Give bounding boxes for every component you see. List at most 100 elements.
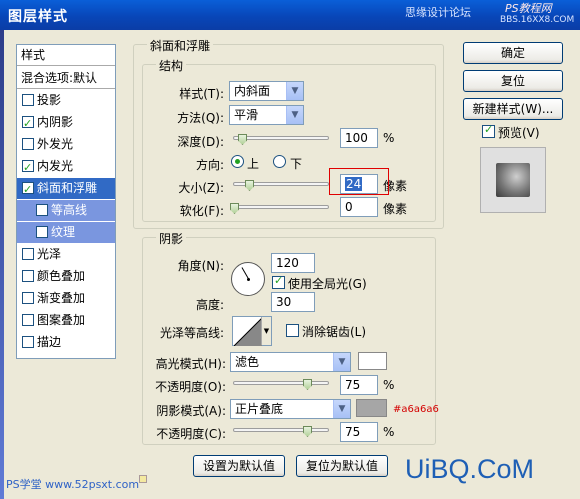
depth-slider[interactable] [233,136,329,140]
reset-button[interactable]: 复位 [463,70,563,92]
depth-input[interactable]: 100 [340,128,378,148]
style-list-item-label: 图案叠加 [37,313,86,327]
preview-checkbox[interactable] [482,123,495,138]
chevron-down-icon: ▼ [286,106,303,124]
highlight-annotation [329,168,389,195]
contour-curve-icon [234,318,262,346]
style-select[interactable]: 内斜面 ▼ [229,81,304,101]
style-preview [480,147,546,213]
shadow-opacity-unit: % [383,425,395,439]
style-value: 内斜面 [234,84,271,98]
style-list-item[interactable]: 投影 [17,90,115,111]
style-list-item-label: 外发光 [37,137,74,151]
altitude-input[interactable]: 30 [271,292,315,312]
blend-options[interactable]: 混合选项:默认 [17,68,115,89]
new-style-button[interactable]: 新建样式(W)... [463,98,563,120]
style-list-item[interactable]: 描边 [17,332,115,353]
global-light-checkbox[interactable] [272,274,285,289]
style-list-item[interactable]: 光泽 [17,244,115,265]
soften-slider[interactable] [233,205,329,209]
chevron-down-icon: ▼ [333,400,350,418]
gloss-contour-label: 光泽等高线: [159,326,224,340]
style-list-item[interactable]: 颜色叠加 [17,266,115,287]
technique-select[interactable]: 平滑 ▼ [229,105,304,125]
style-list-item-label: 描边 [37,335,62,349]
style-checkbox[interactable] [22,138,34,150]
style-list-item-label: 光泽 [37,247,62,261]
style-list-item[interactable]: 等高线 [17,200,115,221]
direction-down-radio[interactable] [273,155,286,168]
angle-dial[interactable] [231,262,265,296]
highlight-opacity-label: 不透明度(O): [155,380,226,394]
style-list-item[interactable]: 纹理 [17,222,115,243]
style-checkbox[interactable] [22,179,34,200]
style-checkbox[interactable] [22,157,34,178]
style-label: 样式(T): [179,87,224,101]
style-list-item-label: 内阴影 [37,115,74,129]
antialias-checkbox[interactable] [286,324,299,337]
direction-up-label: 上 [247,157,260,171]
preview-label: 预览(V) [498,126,540,140]
highlight-mode-select[interactable]: 滤色 ▼ [230,352,351,372]
highlight-color-swatch[interactable] [358,352,387,370]
set-default-button[interactable]: 设置为默认值 [193,455,285,477]
style-checkbox[interactable] [22,248,34,260]
style-list-item[interactable]: 图案叠加 [17,310,115,331]
style-checkbox[interactable] [36,204,48,216]
style-checkbox[interactable] [22,94,34,106]
shadow-color-swatch[interactable] [356,399,387,417]
style-list-item-label: 斜面和浮雕 [37,181,98,195]
reset-default-button[interactable]: 复位为默认值 [296,455,388,477]
soften-unit: 像素 [383,202,408,216]
style-list-item-label: 颜色叠加 [37,269,86,283]
style-list-item[interactable]: 内发光 [17,156,115,178]
gloss-contour-picker[interactable]: ▼ [232,316,272,346]
style-list-item-label: 内发光 [37,159,74,173]
ok-button[interactable]: 确定 [463,42,563,64]
style-checkbox[interactable] [22,270,34,282]
styles-header[interactable]: 样式 [17,45,115,66]
style-checkbox[interactable] [36,226,48,238]
altitude-label: 高度: [195,298,224,312]
shadow-mode-select[interactable]: 正片叠底 ▼ [230,399,351,419]
title-bar: 图层样式 思缘设计论坛 PS教程网 BBS.16XX8.COM [0,0,580,30]
style-list-item[interactable]: 外发光 [17,134,115,155]
style-list-item-label: 渐变叠加 [37,291,86,305]
style-list-item[interactable]: 内阴影 [17,112,115,134]
highlight-mode-label: 高光模式(H): [155,357,226,371]
angle-needle [241,267,249,279]
technique-label: 方法(Q): [177,111,224,125]
direction-up-radio[interactable] [231,155,244,168]
shadow-mode-value: 正片叠底 [235,402,284,416]
psxt-watermark: PS学堂 www.52psxt.com [6,478,140,491]
bevel-title: 斜面和浮雕 [147,37,214,54]
style-checkbox[interactable] [22,113,34,134]
style-list-item-label: 纹理 [51,225,76,239]
style-list-item[interactable]: 渐变叠加 [17,288,115,309]
technique-value: 平滑 [234,108,259,122]
antialias-label: 消除锯齿(L) [302,325,367,339]
shadow-opacity-label: 不透明度(C): [156,427,226,441]
size-label: 大小(Z): [178,181,224,195]
style-checkbox[interactable] [22,292,34,304]
watermark-url: BBS.16XX8.COM [500,15,575,25]
highlight-opacity-input[interactable]: 75 [340,375,378,395]
style-checkbox[interactable] [22,314,34,326]
style-list-item-label: 等高线 [51,203,88,217]
chevron-down-icon: ▼ [261,317,271,345]
depth-unit: % [383,131,395,145]
chevron-down-icon: ▼ [286,82,303,100]
direction-down-label: 下 [290,157,303,171]
angle-input[interactable]: 120 [271,253,315,273]
shadow-opacity-input[interactable]: 75 [340,422,378,442]
chevron-down-icon: ▼ [333,353,350,371]
shadow-opacity-slider[interactable] [233,428,329,432]
style-list-item[interactable]: 斜面和浮雕 [17,178,115,200]
soften-input[interactable]: 0 [340,197,378,217]
left-stripe [0,30,4,499]
style-checkbox[interactable] [22,336,34,348]
highlight-opacity-slider[interactable] [233,381,329,385]
highlight-opacity-unit: % [383,378,395,392]
shadow-mode-label: 阴影模式(A): [156,404,226,418]
highlight-mode-value: 滤色 [235,355,260,369]
